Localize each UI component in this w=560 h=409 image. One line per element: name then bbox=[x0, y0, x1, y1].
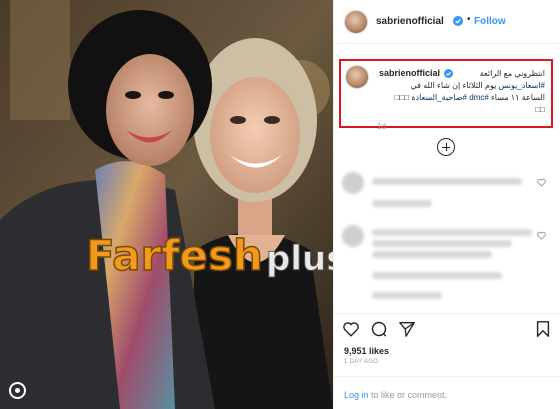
bookmark-icon[interactable] bbox=[534, 320, 552, 338]
comment-item bbox=[342, 172, 552, 212]
likes-count[interactable]: 9,951 likes bbox=[344, 346, 389, 356]
caption-line-3-start: الساعة ١١ مساء bbox=[488, 93, 545, 102]
caption-avatar[interactable] bbox=[345, 65, 369, 89]
post-header: sabrienofficial • Follow bbox=[334, 0, 560, 44]
caption-line-2-text: يوم الثلاثاء إن شاء الله في bbox=[410, 81, 499, 90]
footer-text: Log in to like or comment. bbox=[344, 390, 447, 400]
hashtag-link[interactable]: #صاحبة_السعادة bbox=[411, 93, 469, 102]
hashtag-link[interactable]: #اسعاد_يونس bbox=[499, 81, 545, 90]
verified-badge-icon bbox=[453, 16, 463, 26]
hashtag-link[interactable]: #dmc bbox=[469, 93, 489, 102]
login-footer: Log in to like or comment. bbox=[334, 376, 560, 409]
heart-icon[interactable] bbox=[537, 178, 546, 187]
heart-icon[interactable] bbox=[537, 231, 546, 240]
comment-icon[interactable] bbox=[370, 320, 388, 338]
comment-item bbox=[342, 268, 552, 308]
separator-dot: • bbox=[467, 14, 471, 25]
caption-age[interactable]: 1d bbox=[377, 122, 386, 131]
instagram-icon bbox=[9, 382, 26, 399]
caption-line-4: □□ bbox=[535, 105, 545, 114]
plus-circle-icon[interactable] bbox=[437, 138, 455, 156]
caption-line-1: انتظروني مع الرائعة bbox=[479, 69, 545, 78]
post-date[interactable]: 1 DAY AGO bbox=[344, 359, 378, 365]
caption-line-3-end: □□□ bbox=[394, 93, 412, 102]
comment-avatar[interactable] bbox=[342, 172, 364, 194]
avatar[interactable] bbox=[344, 10, 368, 34]
watermark: Farfesh plus.com bbox=[86, 228, 333, 284]
caption-line-2: #اسعاد_يونس يوم الثلاثاء إن شاء الله في bbox=[375, 80, 545, 92]
post-photo[interactable]: Farfesh plus.com bbox=[0, 0, 333, 409]
photo-illustration bbox=[0, 0, 333, 409]
footer-rest: to like or comment. bbox=[368, 390, 448, 400]
watermark-brand-text: Farfesh bbox=[86, 231, 263, 280]
action-bar bbox=[334, 313, 560, 343]
login-link[interactable]: Log in bbox=[344, 390, 369, 400]
comment-avatar[interactable] bbox=[342, 225, 364, 247]
share-icon[interactable] bbox=[398, 320, 416, 338]
heart-icon[interactable] bbox=[342, 320, 360, 338]
follow-button[interactable]: Follow bbox=[474, 16, 506, 27]
comment-item bbox=[342, 225, 552, 265]
watermark-suffix-text: plus.com bbox=[266, 239, 333, 279]
caption-highlight-box: sabrienofficial انتظروني مع الرائعة #اسع… bbox=[339, 59, 553, 128]
post-sidebar: sabrienofficial • Follow sabrienofficial… bbox=[333, 0, 560, 409]
caption-line-3: الساعة ١١ مساء #dmc #صاحبة_السعادة □□□ bbox=[375, 92, 545, 104]
caption-text: انتظروني مع الرائعة #اسعاد_يونس يوم الثل… bbox=[375, 68, 545, 116]
username-link[interactable]: sabrienofficial bbox=[376, 16, 444, 27]
